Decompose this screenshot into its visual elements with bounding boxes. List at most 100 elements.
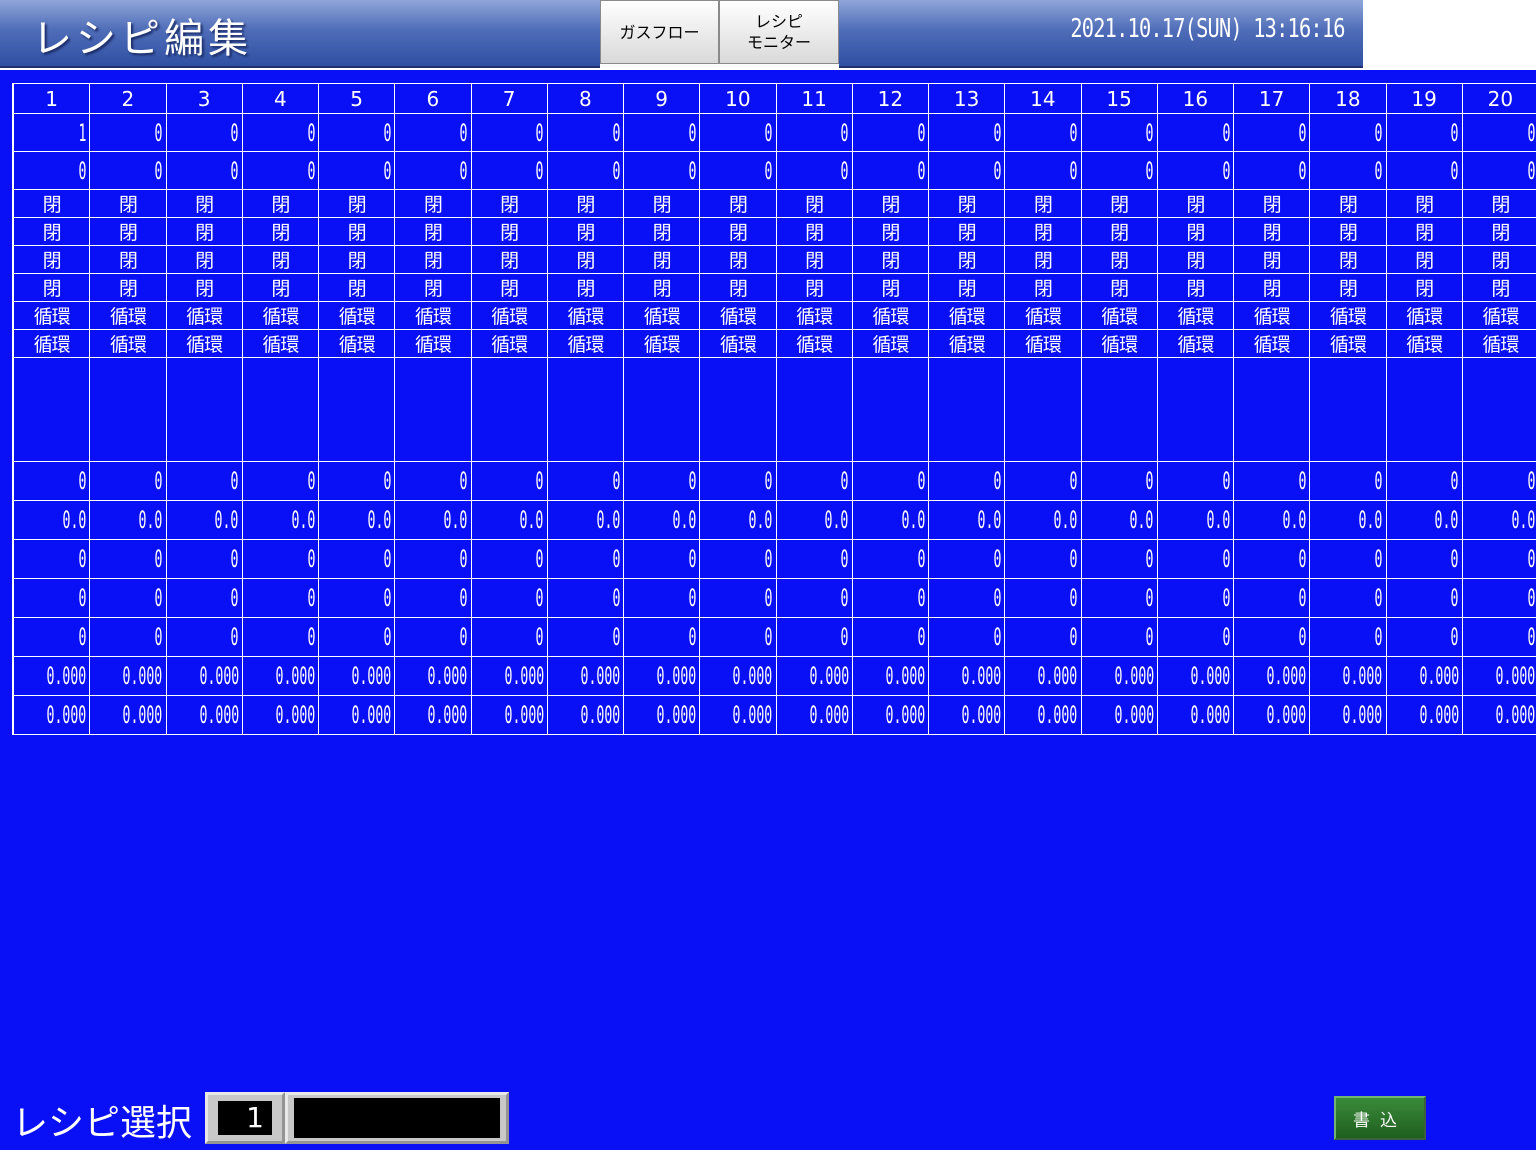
valve-state-cell[interactable]: 閉: [317, 245, 396, 274]
set-minutes-cell[interactable]: 0: [1156, 113, 1235, 152]
sensor-value-cell[interactable]: 0: [546, 461, 625, 501]
valve-state-cell[interactable]: 閉: [89, 273, 167, 302]
valve-state-cell[interactable]: 循環: [546, 301, 625, 330]
recipe-monitor-button[interactable]: レシピ モニター: [719, 0, 839, 64]
sensor-value-cell[interactable]: 0: [1004, 617, 1082, 657]
set-seconds-cell[interactable]: 0: [317, 151, 396, 190]
sensor-value-cell[interactable]: 0.000: [165, 656, 243, 696]
valve-state-cell[interactable]: 循環: [699, 301, 777, 330]
sensor-value-cell[interactable]: 0.0: [546, 500, 625, 540]
sensor-value-cell[interactable]: 0.000: [1080, 656, 1158, 696]
set-seconds-cell[interactable]: 0: [241, 151, 320, 190]
sensor-value-cell[interactable]: 0: [165, 539, 243, 579]
sensor-value-cell[interactable]: 0: [851, 578, 930, 618]
valve-state-cell[interactable]: 閉: [546, 245, 625, 274]
sensor-value-cell[interactable]: 0: [622, 617, 701, 657]
sensor-value-cell[interactable]: 0.000: [851, 656, 930, 696]
sensor-value-cell[interactable]: 0: [1385, 539, 1463, 579]
sensor-value-cell[interactable]: 0: [1156, 461, 1235, 501]
sensor-value-cell[interactable]: 0.000: [470, 695, 548, 735]
valve-state-cell[interactable]: 閉: [622, 245, 701, 274]
valve-state-cell[interactable]: 閉: [165, 217, 243, 246]
valve-state-cell[interactable]: 循環: [699, 329, 777, 358]
valve-state-cell[interactable]: 閉: [1156, 245, 1235, 274]
set-seconds-cell[interactable]: 0: [1309, 151, 1387, 190]
sensor-value-cell[interactable]: 0: [546, 578, 625, 618]
sensor-value-cell[interactable]: 0.000: [1156, 656, 1235, 696]
valve-state-cell[interactable]: 閉: [775, 245, 853, 274]
sensor-value-cell[interactable]: 0: [1080, 617, 1158, 657]
set-minutes-cell[interactable]: 0: [1461, 113, 1536, 152]
valve-state-cell[interactable]: 循環: [622, 301, 701, 330]
valve-state-cell[interactable]: 閉: [12, 189, 91, 218]
sensor-value-cell[interactable]: 0: [89, 539, 167, 579]
valve-state-cell[interactable]: 閉: [1156, 273, 1235, 302]
sensor-value-cell[interactable]: 0.000: [12, 656, 91, 696]
sensor-value-cell[interactable]: 0: [317, 578, 396, 618]
sensor-value-cell[interactable]: 0: [622, 578, 701, 618]
sensor-value-cell[interactable]: 0.0: [1232, 500, 1311, 540]
valve-state-cell[interactable]: 閉: [1309, 273, 1387, 302]
valve-state-cell[interactable]: 閉: [622, 189, 701, 218]
valve-state-cell[interactable]: 循環: [1156, 329, 1235, 358]
valve-state-cell[interactable]: 循環: [165, 329, 243, 358]
sensor-value-cell[interactable]: 0: [394, 617, 472, 657]
sensor-value-cell[interactable]: 0: [470, 578, 548, 618]
valve-state-cell[interactable]: 循環: [1385, 301, 1463, 330]
valve-state-cell[interactable]: 循環: [851, 301, 930, 330]
sensor-value-cell[interactable]: 0.000: [546, 656, 625, 696]
valve-state-cell[interactable]: 循環: [1461, 329, 1536, 358]
sensor-value-cell[interactable]: 0: [165, 578, 243, 618]
sensor-value-cell[interactable]: 0.000: [89, 656, 167, 696]
valve-state-cell[interactable]: 閉: [241, 217, 320, 246]
sensor-value-cell[interactable]: 0.0: [1385, 500, 1463, 540]
sensor-value-cell[interactable]: 0.0: [165, 500, 243, 540]
sensor-value-cell[interactable]: 0: [775, 617, 853, 657]
sensor-value-cell[interactable]: 0.000: [89, 695, 167, 735]
valve-state-cell[interactable]: 循環: [1004, 329, 1082, 358]
sensor-value-cell[interactable]: 0: [1461, 578, 1536, 618]
sensor-value-cell[interactable]: 0: [470, 461, 548, 501]
valve-state-cell[interactable]: 循環: [89, 329, 167, 358]
sensor-value-cell[interactable]: 0.0: [622, 500, 701, 540]
valve-state-cell[interactable]: 閉: [699, 217, 777, 246]
sensor-value-cell[interactable]: 0.000: [394, 656, 472, 696]
valve-state-cell[interactable]: 循環: [851, 329, 930, 358]
sensor-value-cell[interactable]: 0: [165, 617, 243, 657]
sensor-value-cell[interactable]: 0: [622, 539, 701, 579]
valve-state-cell[interactable]: 循環: [1156, 301, 1235, 330]
set-minutes-cell[interactable]: 0: [394, 113, 472, 152]
valve-state-cell[interactable]: 閉: [1232, 273, 1311, 302]
set-seconds-cell[interactable]: 0: [1080, 151, 1158, 190]
valve-state-cell[interactable]: 閉: [1004, 189, 1082, 218]
sensor-value-cell[interactable]: 0.000: [1461, 695, 1536, 735]
sensor-value-cell[interactable]: 0: [1232, 461, 1311, 501]
sensor-value-cell[interactable]: 0: [927, 578, 1006, 618]
valve-state-cell[interactable]: 循環: [241, 301, 320, 330]
sensor-value-cell[interactable]: 0: [1309, 461, 1387, 501]
sensor-value-cell[interactable]: 0.000: [1309, 695, 1387, 735]
sensor-value-cell[interactable]: 0: [1004, 461, 1082, 501]
valve-state-cell[interactable]: 循環: [470, 301, 548, 330]
sensor-value-cell[interactable]: 0: [699, 578, 777, 618]
valve-state-cell[interactable]: 閉: [165, 189, 243, 218]
sensor-value-cell[interactable]: 0: [1232, 578, 1311, 618]
valve-state-cell[interactable]: 閉: [1232, 245, 1311, 274]
valve-state-cell[interactable]: 閉: [851, 217, 930, 246]
sensor-value-cell[interactable]: 0: [1309, 539, 1387, 579]
valve-state-cell[interactable]: 閉: [1385, 245, 1463, 274]
valve-state-cell[interactable]: 閉: [699, 245, 777, 274]
sensor-value-cell[interactable]: 0: [1080, 578, 1158, 618]
valve-state-cell[interactable]: 閉: [470, 273, 548, 302]
sensor-value-cell[interactable]: 0: [470, 539, 548, 579]
sensor-value-cell[interactable]: 0: [241, 539, 320, 579]
valve-state-cell[interactable]: 閉: [1461, 273, 1536, 302]
sensor-value-cell[interactable]: 0: [1461, 539, 1536, 579]
valve-state-cell[interactable]: 閉: [317, 273, 396, 302]
sensor-value-cell[interactable]: 0: [394, 539, 472, 579]
sensor-value-cell[interactable]: 0: [851, 617, 930, 657]
sensor-value-cell[interactable]: 0.0: [394, 500, 472, 540]
set-minutes-cell[interactable]: 0: [470, 113, 548, 152]
valve-state-cell[interactable]: 閉: [622, 273, 701, 302]
valve-state-cell[interactable]: 閉: [699, 273, 777, 302]
